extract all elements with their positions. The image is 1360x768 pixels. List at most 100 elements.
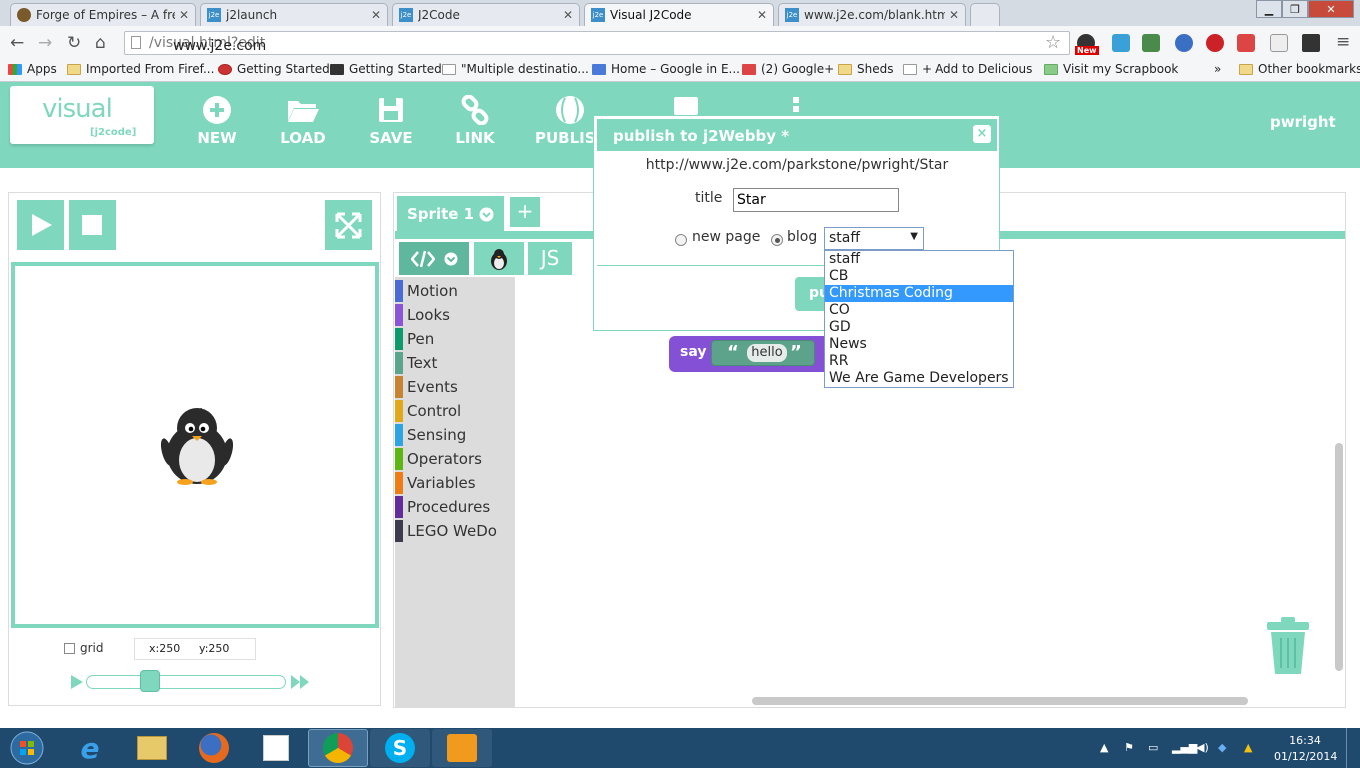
close-tab-icon[interactable]: ✕ [563, 8, 573, 22]
bookmark-imported[interactable]: Imported From Firef... [67, 62, 214, 76]
chat-extension-icon[interactable] [1112, 34, 1130, 52]
category-events[interactable]: Events [395, 376, 458, 398]
bookmark-star-icon[interactable]: ☆ [1045, 32, 1061, 53]
browser-tab-j2launch[interactable]: j2e j2launch ✕ [200, 3, 388, 26]
close-tab-icon[interactable]: ✕ [757, 8, 767, 22]
k-extension-icon[interactable] [1270, 34, 1288, 52]
bookmark-google-plus[interactable]: (2) Google+ [742, 62, 834, 76]
crown-extension-icon[interactable] [1302, 34, 1320, 52]
bookmarks-overflow[interactable]: » [1214, 62, 1221, 76]
new-page-radio[interactable] [675, 234, 687, 246]
dropdown-option-we-are-game-developers[interactable]: We Are Game Developers [825, 370, 1013, 387]
grid-checkbox[interactable] [64, 643, 75, 654]
browser-tab-visual-j2code[interactable]: j2e Visual J2Code ✕ [584, 3, 774, 26]
close-tab-icon[interactable]: ✕ [949, 8, 959, 22]
other-bookmarks[interactable]: Other bookmarks [1239, 62, 1360, 76]
code-tab[interactable] [399, 242, 469, 275]
sprite-tab[interactable]: Sprite 1 [397, 196, 504, 232]
dropdown-option-co[interactable]: CO [825, 302, 1013, 319]
dropdown-option-news[interactable]: News [825, 336, 1013, 353]
dropdown-option-rr[interactable]: RR [825, 353, 1013, 370]
dropdown-option-gd[interactable]: GD [825, 319, 1013, 336]
save-button[interactable]: SAVE [361, 95, 421, 147]
visual-j2code-logo[interactable]: visual [j2code] [10, 86, 154, 144]
category-looks[interactable]: Looks [395, 304, 450, 326]
category-control[interactable]: Control [395, 400, 461, 422]
blog-radio[interactable] [771, 234, 783, 246]
chevron-down-icon[interactable] [444, 252, 458, 266]
forward-icon[interactable]: → [38, 33, 52, 53]
close-dialog-button[interactable]: × [973, 125, 991, 143]
title-input[interactable] [733, 188, 899, 212]
dropdown-option-staff[interactable]: staff [825, 251, 1013, 268]
show-hidden-icons[interactable]: ▲ [1100, 741, 1108, 754]
javascript-tab[interactable]: JS [528, 242, 572, 275]
close-tab-icon[interactable]: ✕ [371, 8, 381, 22]
screen-icon[interactable] [674, 97, 698, 115]
bookmark-delicious[interactable]: + Add to Delicious [903, 62, 1032, 76]
bookmark-getting-started-1[interactable]: Getting Started [218, 62, 330, 76]
taskbar-outlook[interactable] [432, 729, 492, 767]
dropbox-icon[interactable]: ◆ [1218, 741, 1226, 754]
username[interactable]: pwright [1270, 113, 1336, 131]
category-pen[interactable]: Pen [395, 328, 434, 350]
fullscreen-button[interactable] [325, 200, 372, 250]
category-lego-wedo[interactable]: LEGO WeDo [395, 520, 497, 542]
dropdown-option-cb[interactable]: CB [825, 268, 1013, 285]
new-button[interactable]: NEW [187, 95, 247, 147]
evernote-extension-icon[interactable] [1142, 34, 1160, 52]
category-variables[interactable]: Variables [395, 472, 476, 494]
chevron-down-icon[interactable] [479, 207, 494, 222]
trash-can-icon[interactable] [1265, 616, 1311, 676]
star-extension-icon[interactable] [1175, 34, 1193, 52]
category-operators[interactable]: Operators [395, 448, 482, 470]
slow-speed-icon[interactable] [70, 675, 84, 689]
taskbar-skype[interactable]: S [370, 729, 430, 767]
dialog-publish-button[interactable]: pu [795, 277, 825, 311]
taskbar-firefox[interactable] [184, 729, 244, 767]
show-desktop-button[interactable] [1346, 728, 1360, 768]
bookmark-getting-started-2[interactable]: Getting Started [330, 62, 442, 76]
minimize-icon[interactable]: ▁ [1256, 0, 1282, 18]
taskbar-chrome[interactable] [308, 729, 368, 767]
menu-icon[interactable]: ≡ [1336, 32, 1350, 52]
home-icon[interactable]: ⌂ [95, 33, 106, 53]
close-window-icon[interactable]: ✕ [1308, 0, 1354, 18]
browser-tab-blank[interactable]: j2e www.j2e.com/blank.html ✕ [778, 3, 966, 26]
extension-icon[interactable] [1237, 34, 1255, 52]
bookmark-multiple-destinations[interactable]: "Multiple destinatio... [442, 62, 589, 76]
taskbar-apps[interactable] [246, 729, 306, 767]
link-button[interactable]: LINK [445, 94, 505, 147]
battery-icon[interactable]: ▭ [1148, 741, 1158, 754]
action-center-icon[interactable]: ⚑ [1124, 741, 1134, 754]
fast-forward-icon[interactable] [290, 675, 310, 689]
browser-tab-j2code[interactable]: j2e J2Code ✕ [392, 3, 580, 26]
bookmark-sheds[interactable]: Sheds [838, 62, 893, 76]
taskbar-internet-explorer[interactable]: e [60, 729, 120, 767]
more-icon[interactable] [792, 97, 800, 113]
vertical-scrollbar[interactable] [1335, 443, 1343, 671]
google-drive-icon[interactable]: ▲ [1244, 741, 1252, 754]
dropdown-option-christmas-coding[interactable]: Christmas Coding [825, 285, 1013, 302]
stage-canvas[interactable] [11, 262, 379, 628]
stop-button[interactable] [69, 200, 116, 250]
volume-icon[interactable]: ◀) [1196, 741, 1209, 754]
browser-tab-forge[interactable]: Forge of Empires – A free t ✕ [10, 3, 196, 26]
reload-icon[interactable]: ↻ [67, 33, 81, 53]
new-tab-button[interactable] [970, 3, 1000, 26]
speed-slider[interactable] [86, 675, 286, 689]
costume-tab[interactable] [474, 242, 524, 275]
category-text[interactable]: Text [395, 352, 437, 374]
bookmark-scrapbook[interactable]: Visit my Scrapbook [1044, 62, 1178, 76]
load-button[interactable]: LOAD [273, 95, 333, 147]
say-text-field[interactable]: hello [747, 344, 787, 362]
pinterest-icon[interactable] [1206, 34, 1224, 52]
category-sensing[interactable]: Sensing [395, 424, 466, 446]
restore-icon[interactable]: ❐ [1282, 0, 1308, 18]
add-sprite-button[interactable]: + [510, 197, 540, 227]
play-button[interactable] [17, 200, 64, 250]
speed-slider-thumb[interactable] [140, 670, 160, 692]
category-motion[interactable]: Motion [395, 280, 458, 302]
close-tab-icon[interactable]: ✕ [179, 8, 189, 22]
blog-select[interactable]: staff ▼ [824, 227, 924, 250]
